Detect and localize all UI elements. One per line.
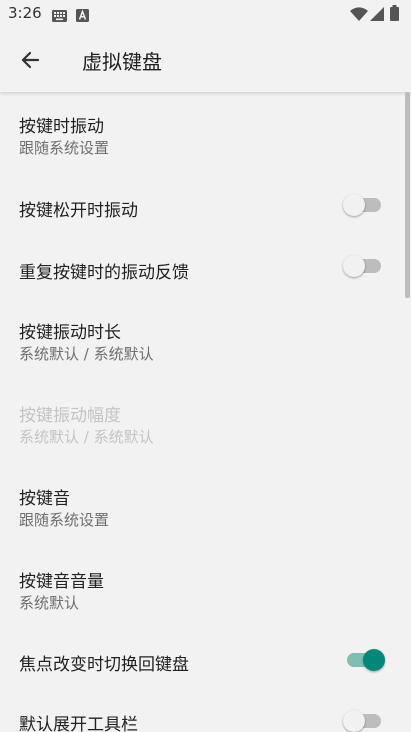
focus-change-switch[interactable] bbox=[343, 648, 385, 672]
setting-title: 按键时振动 bbox=[19, 117, 104, 137]
setting-expand-toolbar-by-default[interactable]: 默认展开工具栏 bbox=[0, 691, 405, 732]
app-bar: 虚拟键盘 bbox=[0, 28, 411, 92]
page-title: 虚拟键盘 bbox=[82, 50, 162, 74]
setting-title: 按键松开时振动 bbox=[19, 201, 138, 221]
setting-switch-back-on-focus-change[interactable]: 焦点改变时切换回键盘 bbox=[0, 629, 405, 691]
setting-subtitle: 系统默认 / 系统默认 bbox=[19, 428, 154, 446]
setting-title: 重复按键时的振动反馈 bbox=[19, 263, 189, 283]
setting-subtitle: 跟随系统设置 bbox=[19, 139, 110, 157]
vibrate-on-release-switch[interactable] bbox=[343, 193, 383, 217]
setting-subtitle: 跟随系统设置 bbox=[19, 511, 110, 529]
arrow-left-icon bbox=[20, 50, 40, 74]
settings-list: 按键时振动 跟随系统设置 按键松开时振动 重复按键时的振动反馈 按键振动时长 系… bbox=[0, 92, 411, 732]
setting-key-sound-volume[interactable]: 按键音音量 系统默认 bbox=[0, 546, 405, 629]
setting-key-sound[interactable]: 按键音 跟随系统设置 bbox=[0, 463, 405, 546]
setting-title: 按键振动时长 bbox=[19, 323, 121, 343]
repeat-vibration-switch[interactable] bbox=[343, 254, 383, 278]
keyboard-icon bbox=[52, 7, 67, 26]
switch-thumb bbox=[343, 194, 365, 216]
switch-thumb bbox=[343, 255, 365, 277]
battery-icon bbox=[390, 5, 399, 25]
setting-title: 按键音音量 bbox=[19, 572, 104, 592]
setting-subtitle: 系统默认 / 系统默认 bbox=[19, 345, 154, 363]
status-bar: 3:26 bbox=[0, 0, 411, 28]
setting-title: 焦点改变时切换回键盘 bbox=[19, 655, 189, 675]
setting-repeat-vibration-feedback[interactable]: 重复按键时的振动反馈 bbox=[0, 236, 405, 298]
wifi-icon bbox=[350, 6, 368, 25]
scrollbar[interactable] bbox=[405, 92, 410, 298]
text-a-icon bbox=[76, 7, 89, 26]
setting-vibration-duration[interactable]: 按键振动时长 系统默认 / 系统默认 bbox=[0, 298, 405, 380]
back-button[interactable] bbox=[14, 44, 46, 76]
setting-vibration-amplitude: 按键振动幅度 系统默认 / 系统默认 bbox=[0, 380, 405, 463]
status-time: 3:26 bbox=[8, 4, 42, 22]
setting-title: 按键振动幅度 bbox=[19, 406, 121, 426]
setting-vibrate-on-keypress[interactable]: 按键时振动 跟随系统设置 bbox=[0, 92, 405, 174]
setting-title: 按键音 bbox=[19, 489, 70, 509]
setting-subtitle: 系统默认 bbox=[19, 594, 80, 612]
signal-icon bbox=[370, 6, 384, 25]
expand-toolbar-switch[interactable] bbox=[343, 709, 383, 732]
switch-thumb bbox=[363, 649, 385, 671]
switch-thumb bbox=[343, 710, 365, 732]
setting-title: 默认展开工具栏 bbox=[19, 715, 138, 732]
setting-vibrate-on-release[interactable]: 按键松开时振动 bbox=[0, 174, 405, 236]
